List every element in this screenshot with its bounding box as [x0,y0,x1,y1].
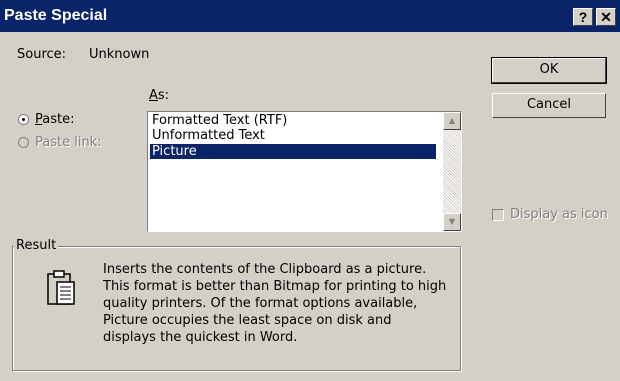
cancel-button[interactable]: Cancel [492,93,606,118]
result-description: Inserts the contents of the Clipboard as… [103,262,447,345]
vertical-scrollbar[interactable]: ▲ ▼ [443,112,461,231]
display-as-icon-label: Display as icon [510,207,608,222]
as-label: As: [149,88,170,103]
dialog-title: Paste Special [4,7,108,24]
scroll-up-arrow-icon[interactable]: ▲ [443,112,461,130]
scroll-down-arrow-icon[interactable]: ▼ [443,213,461,231]
paste-link-radio[interactable] [18,137,29,148]
paste-label: Paste: [35,112,75,127]
source-label: Source: [17,47,67,62]
paste-radio[interactable] [18,114,29,125]
source-value: Unknown [89,47,150,62]
display-as-icon-checkbox[interactable] [492,209,504,221]
paste-link-label: Paste link: [35,135,102,150]
radio-selected-dot [22,118,25,121]
format-item-unformatted[interactable]: Unformatted Text [150,128,436,143]
title-bar[interactable]: Paste Special ? ✕ [0,0,620,32]
format-item-picture[interactable]: Picture [150,144,436,159]
close-button[interactable]: ✕ [596,8,616,26]
ok-button[interactable]: OK [491,57,607,84]
format-listbox[interactable]: Formatted Text (RTF) Unformatted Text Pi… [147,111,462,232]
help-button[interactable]: ? [573,8,593,26]
result-label: Result [14,238,59,253]
clipboard-icon [45,268,77,308]
format-item-rtf[interactable]: Formatted Text (RTF) [150,113,436,128]
